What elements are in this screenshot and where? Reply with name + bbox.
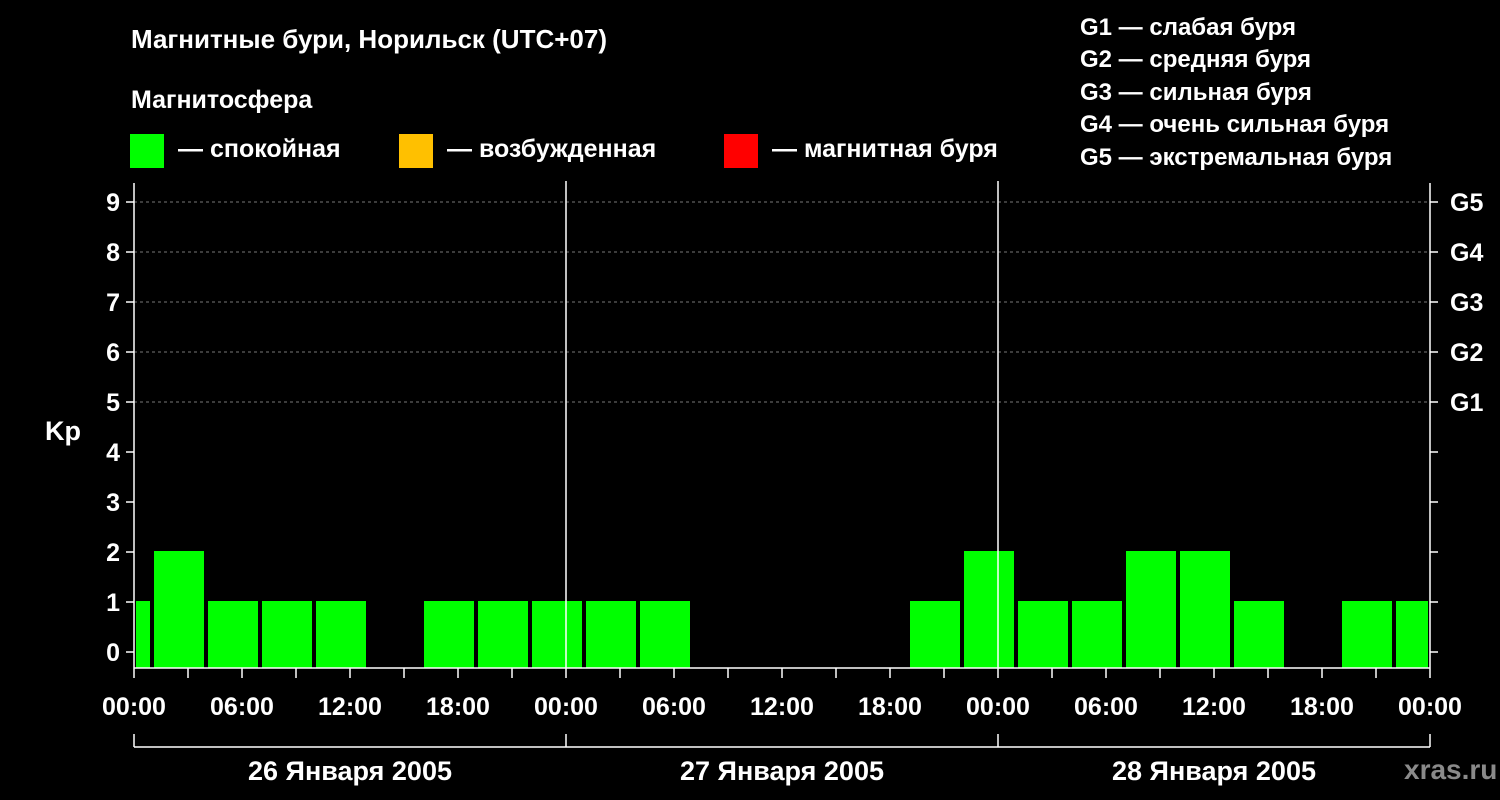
x-tick-label: 00:00 (1398, 693, 1462, 721)
kp-bar (640, 601, 690, 668)
g-scale-label: G2 (1450, 339, 1483, 367)
x-tick-label: 00:00 (966, 693, 1030, 721)
kp-bar (136, 601, 150, 668)
day-label: 28 Января 2005 (1112, 756, 1316, 786)
kp-bar (1018, 601, 1068, 668)
x-tick-label: 06:00 (1074, 693, 1138, 721)
x-tick-label: 12:00 (1182, 693, 1246, 721)
kp-bar (1180, 551, 1230, 668)
day-label: 27 Января 2005 (680, 756, 884, 786)
kp-bar (1396, 601, 1428, 668)
kp-bar-chart: 0 1 2 3 4 5 6 7 8 9 G1 G2 G3 G4 G5 Kp 00:00 06:00 12:00 18:… (45, 181, 1483, 786)
kp-bar (910, 601, 960, 668)
x-tick-label: 06:00 (210, 693, 274, 721)
y-tick-label: 2 (106, 539, 120, 567)
x-tick-label: 12:00 (318, 693, 382, 721)
y-tick-label: 3 (106, 489, 120, 517)
g-scale-label: G4 (1450, 239, 1483, 267)
kp-bar (208, 601, 258, 668)
day-label: 26 Января 2005 (248, 756, 452, 786)
kp-bar (154, 551, 204, 668)
x-tick-label: 18:00 (1290, 693, 1354, 721)
y-tick-label: 8 (106, 239, 120, 267)
y-tick-label: 0 (106, 639, 120, 667)
y-tick-label: 4 (106, 439, 120, 467)
y-tick-label: 9 (106, 189, 120, 217)
kp-bar (532, 601, 582, 668)
g-scale-label: G5 (1450, 189, 1483, 217)
kp-bar (478, 601, 528, 668)
x-tick-label: 00:00 (102, 693, 166, 721)
kp-bar (1126, 551, 1176, 668)
x-tick-label: 00:00 (534, 693, 598, 721)
x-tick-label: 18:00 (858, 693, 922, 721)
y-axis-label: Kp (45, 416, 81, 446)
g-scale-label: G1 (1450, 389, 1483, 417)
y-tick-label: 6 (106, 339, 120, 367)
kp-bar (964, 551, 1014, 668)
kp-bar (1234, 601, 1284, 668)
x-tick-label: 06:00 (642, 693, 706, 721)
y-tick-label: 7 (106, 289, 120, 317)
kp-bar (1342, 601, 1392, 668)
kp-bar (424, 601, 474, 668)
kp-bar (586, 601, 636, 668)
x-tick-label: 18:00 (426, 693, 490, 721)
x-tick-label: 12:00 (750, 693, 814, 721)
kp-bar (316, 601, 366, 668)
kp-bar (1072, 601, 1122, 668)
watermark: xras.ru (1404, 754, 1498, 785)
y-tick-label: 1 (106, 589, 120, 617)
kp-bar (262, 601, 312, 668)
y-tick-label: 5 (106, 389, 120, 417)
g-scale-label: G3 (1450, 289, 1483, 317)
